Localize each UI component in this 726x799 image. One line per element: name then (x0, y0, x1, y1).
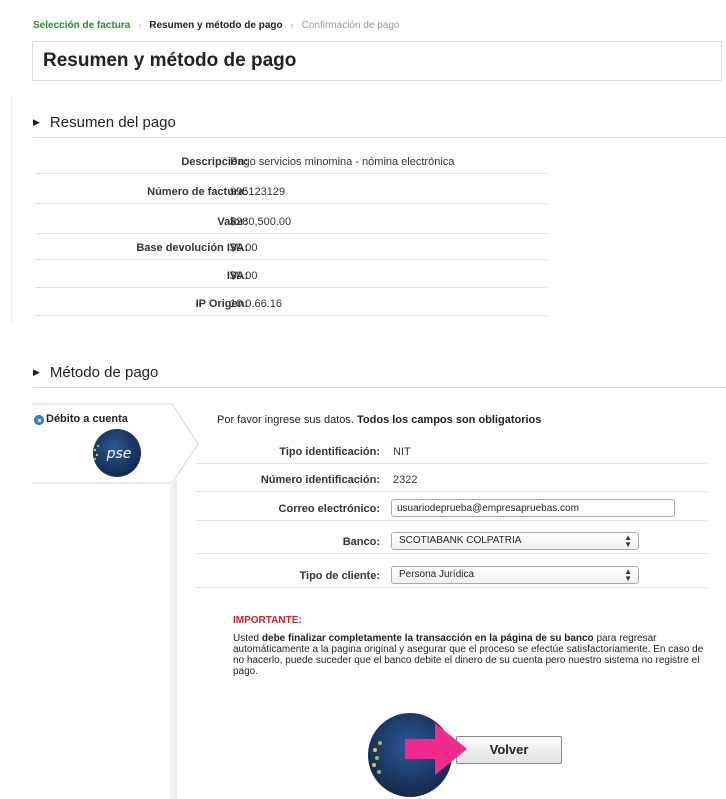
payment-option-label: Débito a cuenta (46, 413, 128, 425)
pse-logo-icon: pse (93, 429, 141, 477)
select-arrows-icon: ▲ ▼ (624, 533, 632, 549)
summary-row-base-devolucion-iva: Base devolución IVA: $0.00 (36, 236, 548, 260)
side-divider (170, 480, 177, 799)
summary-value: $0.00 (230, 270, 258, 282)
select-arrows-icon: ▲ ▼ (624, 567, 632, 583)
summary-value: Pago servicios minomina - nómina electró… (230, 156, 455, 168)
important-text-bold: debe finalizar completamente la transacc… (261, 633, 594, 644)
radio-selected-icon[interactable] (34, 415, 44, 425)
expand-triangle-icon: ▶ (33, 367, 40, 377)
section-heading-label: Resumen del pago (49, 114, 176, 131)
form-row-numero-identificacion: Número identificación: 2322 (197, 468, 708, 492)
summary-row-iva: IVA: $0.00 (36, 264, 548, 288)
expand-triangle-icon: ▶ (33, 117, 40, 127)
email-field[interactable] (391, 499, 675, 517)
breadcrumb: Selección de factura › Resumen y método de… (33, 20, 723, 42)
summary-value: 10.0.66.16 (230, 298, 282, 310)
section-divider (33, 137, 726, 138)
form-intro-required: Todos los campos son obligatorios (357, 414, 542, 426)
summary-value: $280,500.00 (230, 216, 292, 228)
bank-select-value: SCOTIABANK COLPATRIA (399, 535, 522, 546)
field-label: Número identificación: (260, 474, 380, 486)
important-text: Usted debe finalizar completamente la tr… (233, 633, 713, 677)
breadcrumb-separator: › (138, 20, 142, 30)
volver-button[interactable]: Volver (456, 736, 562, 764)
field-label: Tipo identificación: (279, 446, 380, 458)
payment-option-debito-cuenta[interactable]: Débito a cuenta pse (32, 403, 199, 484)
summary-row-descripcion: Descripción: Pago servicios minomina - n… (36, 150, 548, 174)
section-heading-label: Método de pago (49, 364, 159, 381)
field-label: Tipo de cliente: (299, 570, 380, 582)
breadcrumb-item-seleccion-factura[interactable]: Selección de factura (33, 20, 130, 31)
breadcrumb-separator: › (290, 20, 294, 30)
form-intro: Por favor ingrese sus datos. Todos los c… (217, 414, 541, 426)
numero-identificacion-value: 2322 (393, 474, 418, 486)
bank-select[interactable]: SCOTIABANK COLPATRIA ▲ ▼ (391, 532, 639, 550)
summary-row-numero-factura: Número de factura: 995123129 (36, 180, 548, 204)
client-type-select[interactable]: Persona Jurídica ▲ ▼ (391, 566, 639, 584)
field-label: Banco: (342, 536, 380, 548)
important-title: IMPORTANTE: (233, 615, 302, 626)
form-row-tipo-cliente: Tipo de cliente: Persona Jurídica ▲ ▼ (197, 564, 708, 588)
summary-value: 995123129 (230, 186, 286, 198)
section-heading-metodo-pago[interactable]: ▶ Método de pago (33, 364, 158, 381)
form-row-correo: Correo electrónico: (197, 497, 708, 521)
summary-row-valor: Valor: $280,500.00 (36, 210, 548, 234)
pse-logo-text: pse (106, 446, 132, 462)
important-text-1: Usted (233, 633, 262, 644)
breadcrumb-item-confirmacion: Confirmación de pago (301, 20, 400, 31)
form-row-tipo-identificacion: Tipo identificación: NIT (197, 440, 708, 464)
form-intro-text: Por favor ingrese sus datos. (217, 414, 358, 426)
form-row-banco: Banco: SCOTIABANK COLPATRIA ▲ ▼ (197, 530, 708, 554)
section-divider (33, 387, 726, 388)
page-title-box: Resumen y método de pago (32, 41, 722, 81)
left-divider (11, 96, 12, 324)
field-label: Correo electrónico: (278, 503, 380, 515)
summary-value: $0.00 (230, 242, 258, 254)
section-heading-resumen[interactable]: ▶ Resumen del pago (33, 114, 176, 131)
breadcrumb-item-resumen: Resumen y método de pago (149, 20, 283, 31)
summary-row-ip-origen: IP Origen: 10.0.66.16 (36, 292, 548, 316)
page-title: Resumen y método de pago (43, 50, 297, 71)
pink-arrow-icon (405, 723, 467, 775)
client-type-select-value: Persona Jurídica (399, 569, 475, 580)
tipo-identificacion-value: NIT (393, 446, 411, 458)
